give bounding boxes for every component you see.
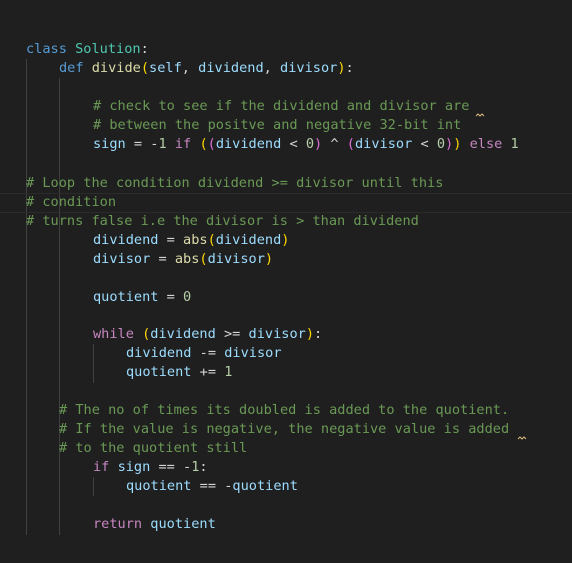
- bracket: (: [207, 232, 216, 248]
- variable: dividend: [93, 232, 159, 248]
- punctuation: :: [345, 60, 354, 76]
- parameter: self: [149, 60, 182, 76]
- punctuation: ,: [263, 60, 281, 76]
- variable: divisor: [354, 136, 413, 152]
- class-name: Solution: [75, 41, 141, 57]
- bracket: (: [199, 136, 208, 152]
- variable: divisor: [248, 326, 306, 342]
- bracket: ): [314, 136, 323, 152]
- number: 0: [183, 289, 192, 305]
- punctuation: :: [140, 41, 149, 57]
- keyword: return: [93, 516, 143, 532]
- operator: = -: [125, 136, 159, 152]
- bracket: (: [199, 251, 208, 267]
- operator: <: [281, 136, 306, 152]
- variable: divisor: [224, 345, 282, 361]
- variable: sign: [93, 136, 126, 152]
- indent-guide: [59, 78, 60, 535]
- operator: =: [158, 232, 184, 248]
- operator: <: [412, 136, 437, 152]
- variable: quotient: [232, 478, 298, 494]
- bracket: ): [281, 232, 290, 248]
- variable: quotient: [150, 516, 216, 532]
- variable: dividend: [126, 345, 192, 361]
- comment-line: # check to see if the dividend and divis…: [93, 98, 470, 114]
- variable: quotient: [126, 478, 192, 494]
- code-line: while (dividend >= divisor):: [93, 325, 322, 344]
- warning-squiggle-icon: [517, 436, 527, 440]
- comment-line: # If the value is negative, the negative…: [59, 421, 510, 437]
- bracket: ): [305, 326, 315, 342]
- code-editor[interactable]: class Solution: def divide(self, dividen…: [0, 0, 572, 563]
- code-line: quotient == -quotient: [126, 477, 298, 496]
- punctuation: :: [314, 326, 323, 342]
- operator: -=: [191, 345, 225, 361]
- parameter: divisor: [280, 60, 338, 76]
- comment-line: # to the quotient still: [59, 440, 248, 456]
- number: 1: [158, 136, 167, 152]
- indent-guide: [93, 344, 94, 383]
- variable: quotient: [93, 289, 159, 305]
- parameter: dividend: [198, 60, 264, 76]
- code-line: class Solution:: [26, 40, 149, 59]
- function-name: abs: [183, 232, 208, 248]
- bracket: (: [140, 60, 150, 76]
- warning-squiggle-icon: [475, 113, 485, 117]
- code-line: dividend -= divisor: [126, 344, 282, 363]
- variable: dividend: [215, 232, 282, 248]
- bracket: ): [264, 251, 274, 267]
- comment-line: # condition: [26, 194, 117, 210]
- operator: =: [150, 251, 175, 267]
- operator: +=: [191, 364, 225, 380]
- comment-line: # The no of times its doubled is added t…: [59, 402, 510, 418]
- code-line: divisor = abs(divisor): [93, 250, 273, 269]
- code-line: dividend = abs(dividend): [93, 231, 289, 250]
- bracket: (: [346, 136, 355, 152]
- code-line: return quotient: [93, 515, 216, 534]
- keyword: if: [93, 459, 110, 475]
- code-line: quotient = 0: [93, 288, 191, 307]
- variable: quotient: [126, 364, 192, 380]
- comment-line: # between the positve and negative 32-bi…: [93, 117, 462, 133]
- indent-guide: [26, 59, 27, 535]
- number: 0: [305, 136, 315, 152]
- variable: dividend: [150, 326, 216, 342]
- keyword: def: [59, 60, 84, 76]
- bracket: ): [337, 60, 346, 76]
- keyword: if: [166, 136, 200, 152]
- number: 1: [510, 136, 519, 152]
- operator: ^: [322, 136, 347, 152]
- number: 0: [436, 136, 446, 152]
- function-name: divide: [91, 60, 141, 76]
- punctuation: :: [199, 459, 208, 475]
- variable: divisor: [93, 251, 151, 267]
- punctuation: ,: [181, 60, 199, 76]
- keyword: else: [461, 136, 511, 152]
- comment-line: # Loop the condition dividend >= divisor…: [26, 175, 444, 191]
- code-line: sign = -1 if ((dividend < 0) ^ (divisor …: [93, 135, 519, 154]
- bracket: ): [445, 136, 454, 152]
- bracket: (: [207, 136, 216, 152]
- indent-guide: [93, 477, 94, 496]
- code-line: quotient += 1: [126, 363, 232, 382]
- operator: == -: [191, 478, 233, 494]
- code-line: if sign == -1:: [93, 458, 208, 477]
- operator: =: [158, 289, 184, 305]
- variable: sign: [117, 459, 151, 475]
- function-name: abs: [174, 251, 200, 267]
- code-line: def divide(self, dividend, divisor):: [59, 59, 354, 78]
- operator: >=: [215, 326, 249, 342]
- operator: == -: [150, 459, 192, 475]
- variable: divisor: [207, 251, 265, 267]
- comment-line: # turns false i.e the divisor is > than …: [26, 213, 419, 229]
- keyword: while: [93, 326, 134, 342]
- variable: dividend: [215, 136, 282, 152]
- keyword: class: [26, 41, 67, 57]
- number: 1: [224, 364, 233, 380]
